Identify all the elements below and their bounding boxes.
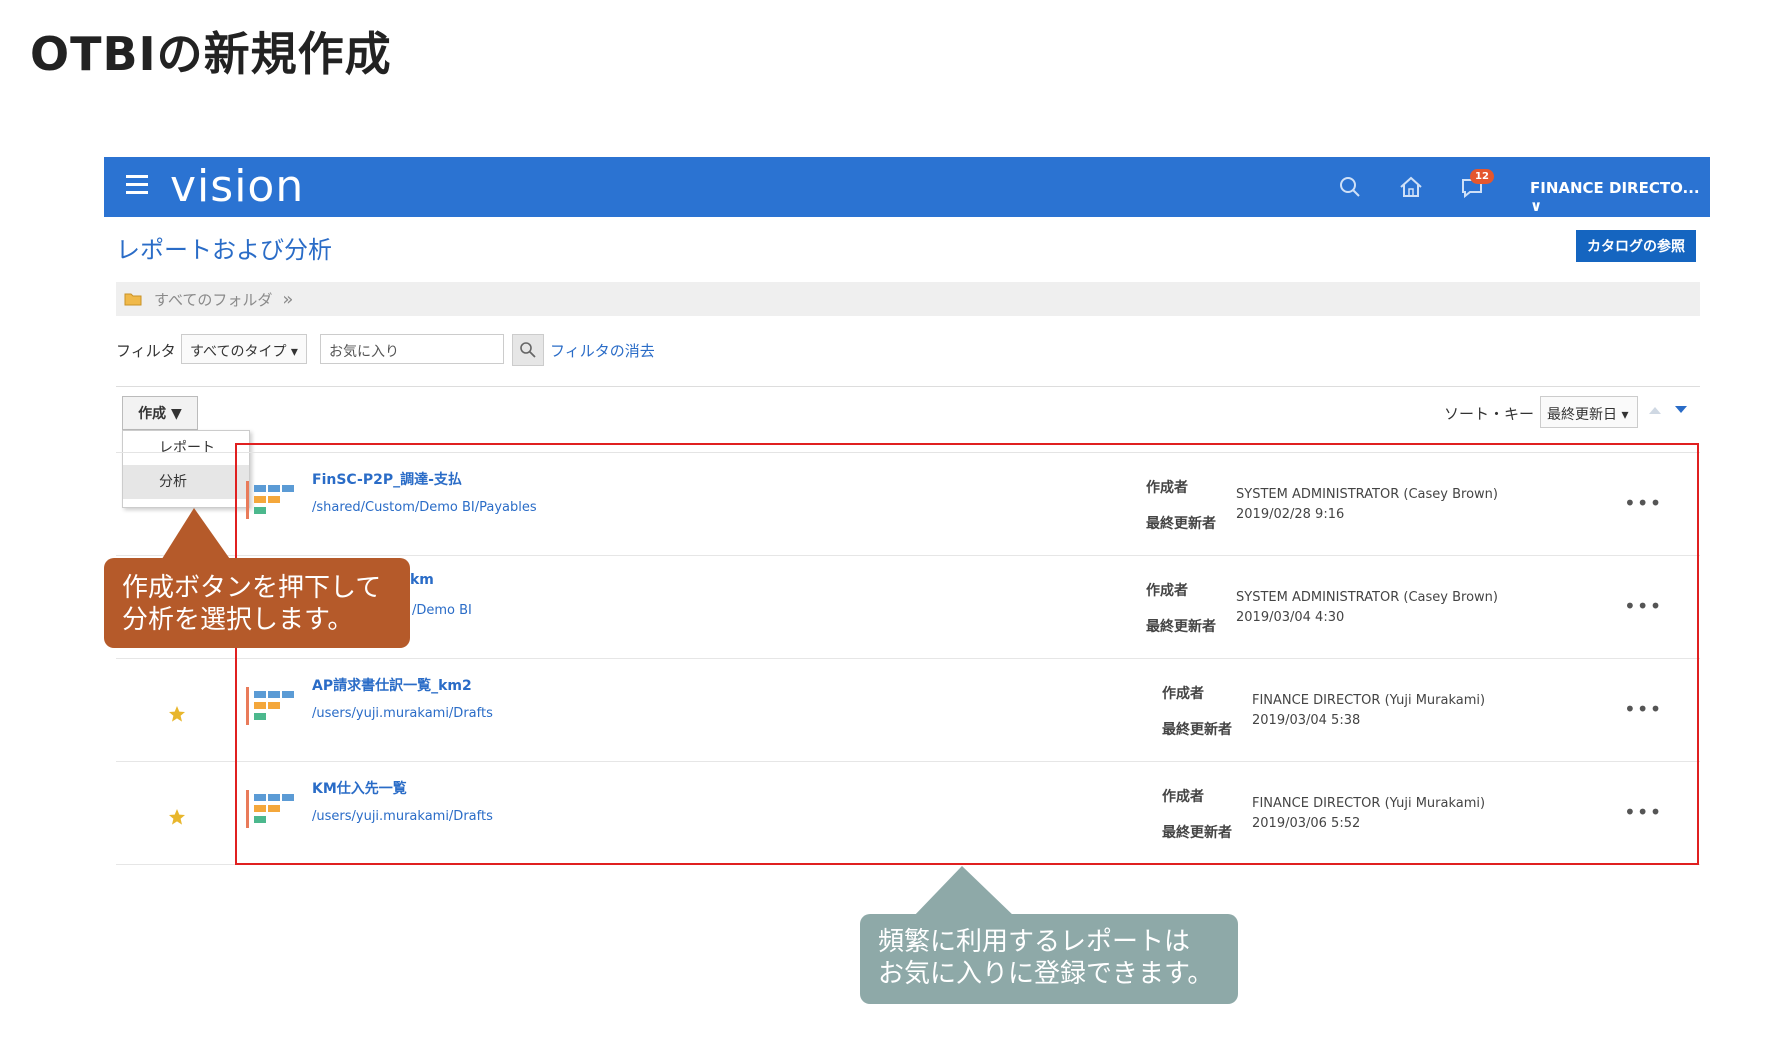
folder-icon [124,293,142,306]
analysis-icon [246,790,294,828]
favorite-star-icon[interactable] [168,705,186,723]
creator-label: 作成者 [1162,789,1204,805]
updated-by-label: 最終更新者 [1146,516,1216,532]
creator-label: 作成者 [1162,686,1204,702]
sort-descending-icon[interactable] [1674,404,1688,416]
updated-value: 2019/03/06 5:52 [1252,816,1361,831]
sort-ascending-icon[interactable] [1648,404,1662,416]
creator-value: SYSTEM ADMINISTRATOR (Casey Brown) [1236,487,1498,502]
callout-favorites-note: 頻繁に利用するレポートは お気に入りに登録できます。 [860,914,1238,1004]
favorite-star-icon[interactable] [168,808,186,826]
callout-pointer [912,866,1016,918]
breadcrumb: すべてのフォルダ » [116,282,1700,316]
sort-key-select[interactable]: 最終更新日 ▾ [1540,396,1638,428]
updated-by-label: 最終更新者 [1162,825,1232,841]
callout-create-instruction: 作成ボタンを押下して 分析を選択します。 [104,558,410,648]
breadcrumb-all-folders[interactable]: すべてのフォルダ [154,289,272,310]
report-path-link[interactable]: /users/yuji.murakami/Drafts [312,706,493,721]
more-actions-icon[interactable]: ••• [1624,491,1662,515]
report-name-link[interactable]: km [410,572,434,588]
breadcrumb-chevron-icon[interactable]: » [282,289,293,310]
more-actions-icon[interactable]: ••• [1624,697,1662,721]
report-name-link[interactable]: FinSC-P2P_調達-支払 [312,469,462,489]
type-filter-select[interactable]: すべてのタイプ ▾ [181,334,307,364]
divider [116,386,1700,387]
creator-value: FINANCE DIRECTOR (Yuji Murakami) [1252,693,1486,708]
report-path-link[interactable]: /users/yuji.murakami/Drafts [312,809,493,824]
page-title: レポートおよび分析 [116,236,332,264]
callout-line: 分析を選択します。 [122,605,354,635]
menu-icon[interactable] [126,175,148,197]
favorites-filter-input[interactable]: お気に入り [320,334,504,364]
report-row[interactable]: AP請求書仕訳一覧_km2 /users/yuji.murakami/Draft… [116,659,1700,762]
report-row[interactable]: FinSC-P2P_調達-支払 /shared/Custom/Demo BI/P… [116,453,1700,556]
search-icon[interactable] [1336,173,1364,201]
filter-label: フィルタ [116,342,176,360]
more-actions-icon[interactable]: ••• [1624,594,1662,618]
updated-by-label: 最終更新者 [1162,722,1232,738]
creator-label: 作成者 [1146,583,1188,599]
updated-by-label: 最終更新者 [1146,619,1216,635]
creator-label: 作成者 [1146,480,1188,496]
filter-search-button[interactable] [512,334,544,366]
report-name-link[interactable]: AP請求書仕訳一覧_km2 [312,675,472,695]
callout-line: 作成ボタンを押下して [122,573,382,603]
callout-pointer [160,508,232,562]
analysis-icon [246,687,294,725]
slide-title: OTBIの新規作成 [30,27,392,81]
updated-value: 2019/02/28 9:16 [1236,507,1345,522]
create-button[interactable]: 作成 ▼ [122,396,198,430]
browse-catalog-button[interactable]: カタログの参照 [1576,230,1696,262]
search-icon [520,342,536,358]
app-header: vision 12 FINANCE DIRECTO... ∨ [104,157,1710,217]
report-row[interactable]: KM仕入先一覧 /users/yuji.murakami/Drafts 作成者 … [116,762,1700,865]
callout-line: お気に入りに登録できます。 [878,959,1214,989]
creator-value: FINANCE DIRECTOR (Yuji Murakami) [1252,796,1486,811]
sort-key-label: ソート・キー [1444,405,1535,423]
callout-line: 頻繁に利用するレポートは [878,927,1191,957]
brand-logo[interactable]: vision [170,161,304,212]
updated-value: 2019/03/04 5:38 [1252,713,1361,728]
creator-value: SYSTEM ADMINISTRATOR (Casey Brown) [1236,590,1498,605]
report-path-link[interactable]: /shared/Custom/Demo BI/Payables [312,500,537,515]
updated-value: 2019/03/04 4:30 [1236,610,1345,625]
notification-count-badge: 12 [1470,169,1494,184]
user-menu[interactable]: FINANCE DIRECTO... ∨ [1530,179,1710,215]
more-actions-icon[interactable]: ••• [1624,800,1662,824]
clear-filter-link[interactable]: フィルタの消去 [550,340,655,361]
report-name-link[interactable]: KM仕入先一覧 [312,778,407,798]
report-path-link[interactable]: /Demo BI [412,603,472,618]
analysis-icon [246,481,294,519]
home-icon[interactable] [1397,173,1425,201]
